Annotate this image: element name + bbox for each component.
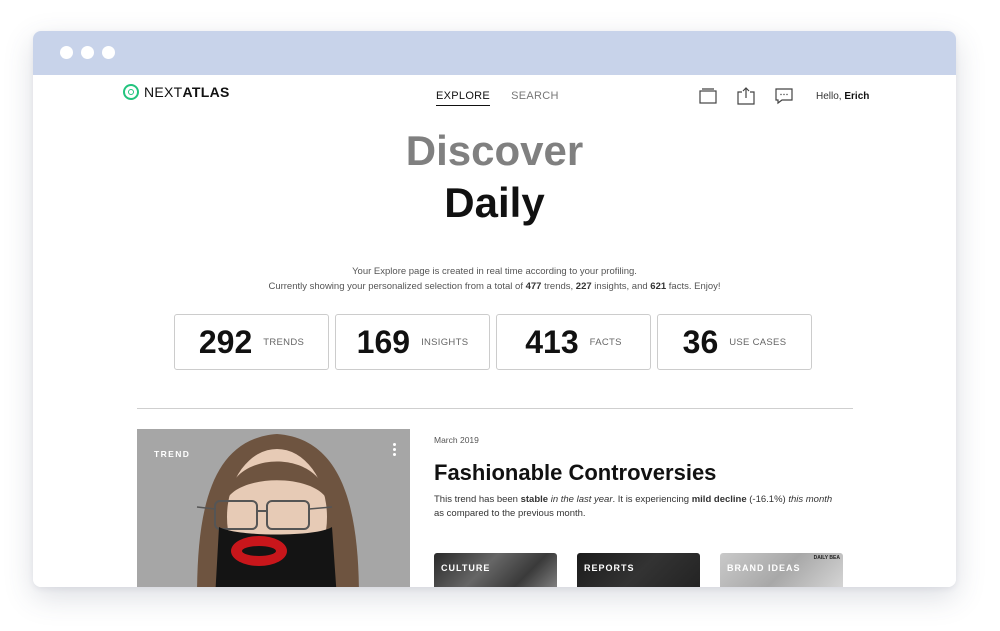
tag-label: BRAND IDEAS bbox=[727, 563, 801, 573]
hero-title-line2: Daily bbox=[444, 179, 545, 226]
section-divider bbox=[137, 408, 853, 409]
facts-total: 621 bbox=[650, 281, 667, 292]
window-dot-maximize[interactable] bbox=[102, 46, 115, 59]
stat-value: 413 bbox=[525, 323, 579, 360]
category-tags: CULTURE REPORTS DAILY BEA BRAND IDEAS bbox=[434, 553, 843, 587]
explore-description: Your Explore page is created in real tim… bbox=[33, 264, 956, 294]
stat-value: 169 bbox=[356, 323, 411, 360]
main-nav: EXPLORE SEARCH bbox=[436, 90, 559, 106]
card-type-label: TREND bbox=[154, 449, 191, 459]
stats-row: 292 TRENDS 169 INSIGHTS 413 FACTS 36 USE… bbox=[174, 314, 812, 370]
tab-explore[interactable]: EXPLORE bbox=[436, 90, 491, 106]
browser-titlebar bbox=[33, 31, 956, 75]
compass-logo-icon bbox=[123, 84, 139, 100]
tab-search[interactable]: SEARCH bbox=[511, 90, 559, 106]
tag-mini-text: DAILY BEA bbox=[813, 555, 840, 561]
article-title[interactable]: Fashionable Controversies bbox=[434, 460, 854, 486]
window-dot-close[interactable] bbox=[60, 46, 73, 59]
hero-title-line1: Discover bbox=[405, 127, 584, 174]
user-greeting[interactable]: Hello, Erich bbox=[816, 91, 869, 102]
logo-text: NEXTATLAS bbox=[144, 84, 230, 100]
trend-card-image[interactable]: TREND bbox=[137, 429, 410, 587]
stat-trends[interactable]: 292 TRENDS bbox=[174, 314, 329, 370]
more-options-icon[interactable] bbox=[392, 443, 398, 461]
stat-label: FACTS bbox=[589, 336, 622, 348]
trends-total: 477 bbox=[525, 281, 542, 292]
chat-icon[interactable] bbox=[774, 87, 794, 105]
browser-window: NEXTATLAS EXPLORE SEARCH Hello, Erich Di… bbox=[33, 31, 956, 587]
tag-label: CULTURE bbox=[441, 563, 491, 573]
article-date: March 2019 bbox=[434, 435, 479, 445]
stat-use-cases[interactable]: 36 USE CASES bbox=[657, 314, 812, 370]
trend-article: March 2019 Fashionable Controversies Thi… bbox=[434, 435, 854, 521]
insights-total: 227 bbox=[575, 281, 592, 292]
logo[interactable]: NEXTATLAS bbox=[123, 84, 230, 100]
tag-culture[interactable]: CULTURE bbox=[434, 553, 557, 587]
collections-icon[interactable] bbox=[698, 87, 718, 105]
tag-label: REPORTS bbox=[584, 563, 635, 573]
tag-reports[interactable]: REPORTS bbox=[577, 553, 700, 587]
stat-value: 36 bbox=[682, 323, 719, 360]
description-line1: Your Explore page is created in real tim… bbox=[352, 266, 637, 277]
tag-brand-ideas[interactable]: DAILY BEA BRAND IDEAS bbox=[720, 553, 843, 587]
description-line2: Currently showing your personalized sele… bbox=[268, 281, 721, 292]
header-actions bbox=[698, 87, 794, 105]
window-dot-minimize[interactable] bbox=[81, 46, 94, 59]
stat-label: USE CASES bbox=[729, 336, 787, 348]
stat-label: INSIGHTS bbox=[421, 336, 469, 348]
page-content: NEXTATLAS EXPLORE SEARCH Hello, Erich Di… bbox=[33, 75, 956, 587]
stat-value: 292 bbox=[198, 323, 253, 360]
stat-label: TRENDS bbox=[263, 336, 305, 348]
share-icon[interactable] bbox=[736, 87, 756, 105]
user-name: Erich bbox=[844, 91, 870, 102]
stat-facts[interactable]: 413 FACTS bbox=[496, 314, 651, 370]
greeting-prefix: Hello, bbox=[816, 91, 845, 102]
article-summary: This trend has been stable in the last y… bbox=[434, 494, 833, 519]
stat-insights[interactable]: 169 INSIGHTS bbox=[335, 314, 490, 370]
